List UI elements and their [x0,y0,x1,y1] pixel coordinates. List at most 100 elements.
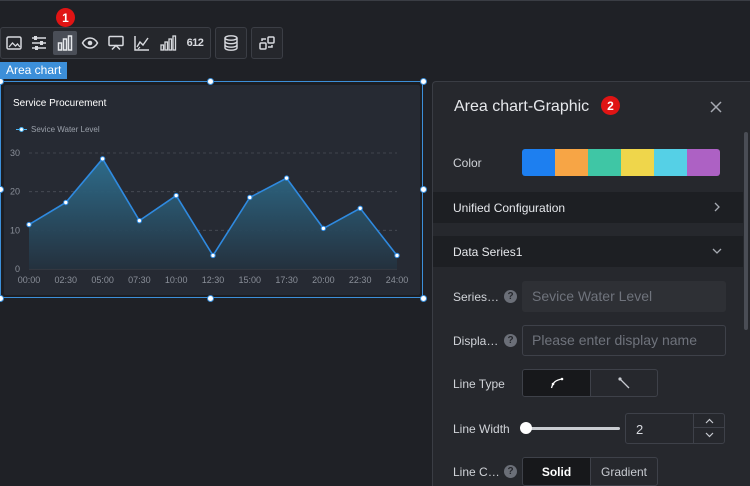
step-badge-1: 1 [56,8,75,27]
line-type-label: Line Type [453,377,505,391]
number-component-button[interactable]: 612 [182,31,208,55]
color-swatch-3[interactable] [588,149,621,176]
database-button[interactable] [219,31,243,55]
color-label: Color [453,156,482,170]
x-tick-label: 15:00 [239,275,262,285]
line-width-slider[interactable] [520,422,620,434]
x-tick-label: 05:00 [91,275,114,285]
image-icon [6,36,22,50]
line-color-solid[interactable]: Solid [523,458,590,485]
color-swatch-6[interactable] [687,149,720,176]
signal-component-button[interactable] [156,31,180,55]
data-series-label: Data Series1 [453,245,523,259]
resize-handle-top[interactable] [207,78,214,85]
panel-scrollbar[interactable] [744,132,748,330]
line-type-toggle[interactable] [522,369,658,397]
broken-line-icon [618,377,630,389]
close-icon[interactable] [709,100,723,114]
area-chart-widget[interactable]: Service Procurement Sevice Water Level 0… [0,81,423,298]
slider-handle[interactable] [520,422,532,434]
line-type-smooth[interactable] [523,370,590,396]
series-name-help-icon[interactable]: ? [504,290,517,303]
panel-title: Area chart-Graphic [454,98,590,115]
data-point [136,217,143,224]
resize-handle-bottom[interactable] [207,295,214,302]
line-color-toggle[interactable]: Solid Gradient [522,457,658,486]
line-color-label: Line C… [453,465,500,479]
view-component-button[interactable] [78,31,102,55]
y-tick-label: 20 [10,187,20,197]
resize-handle-bottom-right[interactable] [420,295,427,302]
eye-icon [81,37,99,49]
resize-handle-bottom-left[interactable] [0,295,4,302]
y-tick-label: 0 [15,264,20,274]
screen-component-button[interactable] [104,31,128,55]
color-palette[interactable] [522,149,720,176]
toolbar-group-data [215,27,247,59]
unified-configuration-section[interactable]: Unified Configuration [433,192,743,223]
line-color-help-icon[interactable]: ? [504,465,517,478]
display-name-label: Displa… [453,334,499,348]
filter-component-button[interactable] [27,31,51,55]
data-point [26,221,32,228]
line-width-value[interactable]: 2 [636,422,643,437]
color-swatch-2[interactable] [555,149,588,176]
chart-component-button[interactable] [53,31,77,55]
data-point [173,192,179,199]
x-tick-label: 02:30 [55,275,78,285]
y-tick-label: 10 [10,225,20,235]
chevron-down-icon [712,248,722,254]
display-name-help-icon[interactable]: ? [504,334,517,347]
step-badge-2: 2 [601,96,620,115]
interaction-button[interactable] [255,31,279,55]
chevron-up-icon [705,418,714,423]
series-name-field: Sevice Water Level [522,281,726,312]
line-type-straight[interactable] [590,370,657,396]
x-tick-label: 10:00 [165,275,188,285]
color-swatch-1[interactable] [522,149,555,176]
trend-icon [134,36,149,51]
unified-configuration-label: Unified Configuration [453,201,566,215]
color-swatch-4[interactable] [621,149,654,176]
image-component-button[interactable] [2,31,26,55]
display-name-input[interactable]: Please enter display name [522,325,726,356]
chart-card: Service Procurement Sevice Water Level 0… [4,85,420,295]
resize-handle-right[interactable] [420,186,427,193]
line-color-gradient[interactable]: Gradient [590,458,657,485]
x-tick-label: 12:30 [202,275,225,285]
x-tick-label: 20:00 [312,275,335,285]
data-series-section[interactable]: Data Series1 [433,236,743,267]
bar-chart-icon [57,35,73,51]
smooth-line-icon [550,377,563,389]
chevron-down-icon [705,432,714,438]
line-width-stepper[interactable]: 2 [625,413,725,444]
top-border [0,0,750,1]
number-icon: 612 [186,37,204,49]
database-icon [224,35,238,51]
sliders-icon [32,36,46,50]
resize-handle-top-right[interactable] [420,78,427,85]
color-swatch-5[interactable] [654,149,687,176]
x-tick-label: 07:30 [128,275,151,285]
x-tick-label: 24:00 [386,275,409,285]
x-tick-label: 22:30 [349,275,372,285]
data-point [99,156,106,162]
trend-component-button[interactable] [130,31,154,55]
screen-icon [108,35,124,51]
stepper-buttons [693,414,725,443]
decrement-button[interactable] [694,428,725,442]
increment-button[interactable] [694,414,725,428]
data-point [247,194,253,201]
refresh-link-icon [259,36,275,50]
line-width-label: Line Width [453,422,510,436]
component-tag[interactable]: Area chart [0,62,68,79]
area-chart-plot: 0 10 20 30 00:00 02:30 05:00 07:30 10:00 12:30 15:… [10,148,409,285]
data-point [63,199,69,206]
data-point [394,252,400,259]
series-area [29,158,397,269]
x-tick-label: 00:00 [18,275,41,285]
chevron-right-icon [714,202,720,212]
signal-icon [160,35,177,51]
data-point [357,205,363,211]
data-point [320,225,327,232]
